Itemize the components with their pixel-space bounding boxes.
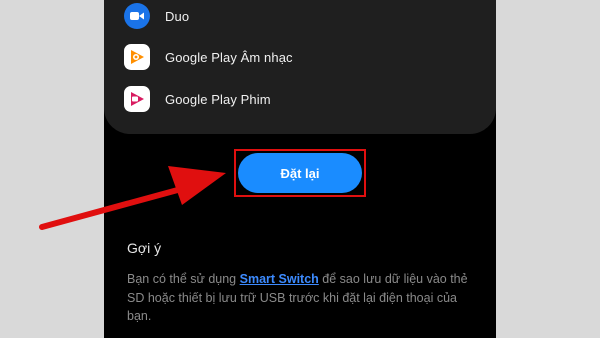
app-label: Duo (165, 8, 190, 24)
hint-title: Gợi ý (127, 240, 162, 256)
app-item-duo[interactable]: Duo (124, 2, 484, 30)
google-play-music-icon (124, 44, 150, 70)
app-item-google-play-music[interactable]: Google Play Âm nhạc (124, 43, 484, 71)
hint-text: Bạn có thể sử dụng Smart Switch để sao l… (127, 270, 477, 326)
hint-text-before: Bạn có thể sử dụng (127, 272, 240, 286)
google-play-movies-icon (124, 86, 150, 112)
reset-button[interactable]: Đặt lại (238, 153, 362, 193)
app-list-card: Duo Google Play Âm nhạc Google Play Phim (104, 0, 496, 134)
app-label: Google Play Âm nhạc (165, 49, 293, 65)
app-label: Google Play Phim (165, 91, 271, 107)
app-item-google-play-movies[interactable]: Google Play Phim (124, 85, 484, 113)
smart-switch-link[interactable]: Smart Switch (240, 272, 319, 286)
duo-video-icon (124, 3, 150, 29)
